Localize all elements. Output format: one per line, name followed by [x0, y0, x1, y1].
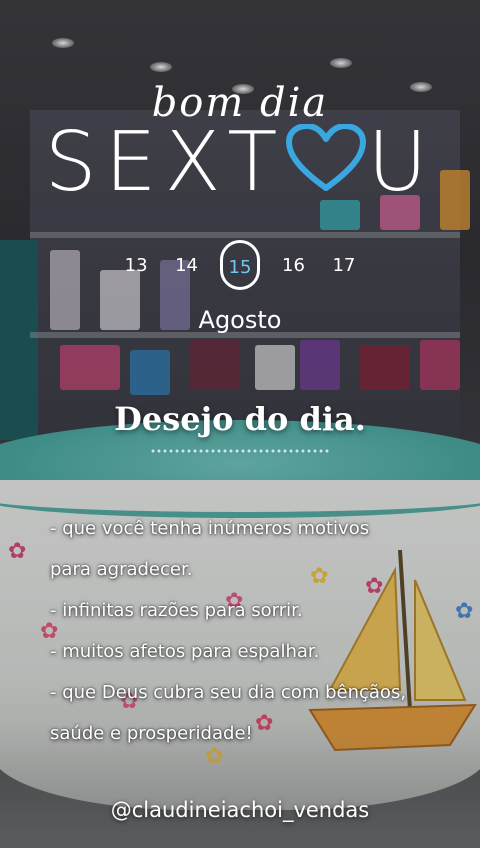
wish-line: - que Deus cubra seu dia com bênçãos, [50, 682, 407, 703]
date-strip: 13 14 15 16 17 [0, 240, 480, 290]
dotted-divider [150, 449, 330, 453]
date-day: 13 [124, 254, 148, 276]
wish-line: - muitos afetos para espalhar. [50, 641, 320, 662]
date-day: 16 [282, 254, 305, 276]
wish-line: saúde e prosperidade! [50, 723, 253, 744]
date-day-selected: 15 [220, 240, 260, 290]
title-prefix: SEXT [44, 115, 286, 210]
wish-list: - que você tenha inúmeros motivos para a… [50, 508, 450, 754]
title-suffix: U [367, 115, 436, 210]
date-day: 14 [175, 254, 198, 276]
wish-line: - que você tenha inúmeros motivos [50, 518, 370, 539]
date-day: 17 [332, 254, 356, 276]
month-label: Agosto [198, 306, 282, 334]
wish-line: - infinitas razões para sorrir. [50, 600, 303, 621]
heart-icon [285, 123, 367, 194]
wish-title: Desejo do dia. [114, 400, 366, 438]
title-sextou: SEXT U [0, 122, 480, 204]
wish-line: para agradecer. [50, 559, 193, 580]
social-handle[interactable]: @claudineiachoi_vendas [0, 798, 480, 822]
